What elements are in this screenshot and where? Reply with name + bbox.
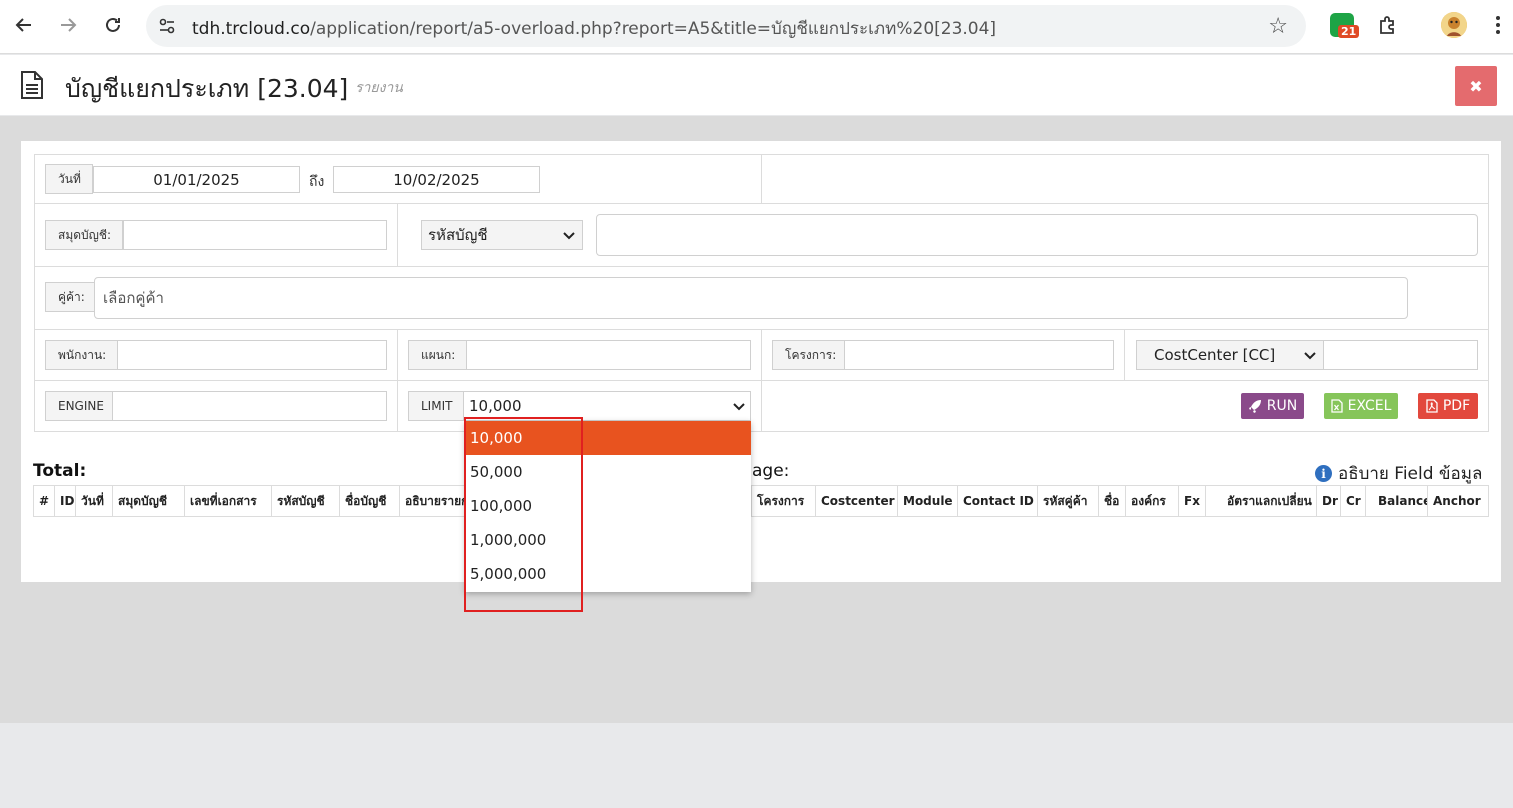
dept-label: แผนก: [408, 340, 467, 370]
reload-icon [106, 17, 120, 32]
project-input[interactable] [844, 340, 1114, 370]
date-label: วันที่ [45, 164, 93, 194]
column-header[interactable]: อัตราแลกเปลี่ยน [1206, 486, 1317, 516]
column-header[interactable]: Cr [1341, 486, 1366, 516]
close-button[interactable]: ✖ [1455, 66, 1497, 106]
site-settings-icon[interactable] [158, 17, 176, 35]
costcenter-select[interactable]: CostCenter [CC] [1136, 340, 1324, 370]
bookmark-star-icon[interactable]: ☆ [1268, 14, 1288, 39]
excel-button[interactable]: EXCEL [1324, 393, 1398, 419]
profile-avatar[interactable] [1441, 12, 1467, 38]
run-button[interactable]: RUN [1241, 393, 1304, 419]
column-header[interactable]: รหัสบัญชี [272, 486, 340, 516]
column-header[interactable]: วันที่ [76, 486, 113, 516]
arrow-right-icon [61, 18, 77, 32]
dept-input[interactable] [466, 340, 751, 370]
column-header[interactable]: ชื่อ [1099, 486, 1126, 516]
date-row-empty [761, 154, 1489, 204]
excel-button-label: EXCEL [1347, 398, 1392, 414]
run-button-label: RUN [1266, 398, 1298, 414]
puzzle-icon [1380, 16, 1394, 34]
partner-input[interactable]: เลือกคู่ค้า [94, 277, 1408, 319]
chevron-down-icon [1304, 352, 1316, 360]
close-icon: ✖ [1469, 76, 1483, 96]
column-header[interactable]: Costcenter [816, 486, 898, 516]
employee-input[interactable] [117, 340, 387, 370]
extension-icon[interactable]: 21 [1330, 13, 1360, 38]
pdf-button-label: PDF [1442, 398, 1471, 414]
arrow-left-icon [15, 18, 31, 32]
book-input[interactable] [123, 220, 387, 250]
extension-badge-count: 21 [1338, 25, 1360, 38]
page-title: บัญชีแยกประเภท [23.04] [65, 74, 349, 103]
url-path: /application/report/a5-overload.php?repo… [310, 19, 997, 39]
limit-select-value: 10,000 [469, 397, 522, 415]
column-header[interactable]: ID [55, 486, 76, 516]
column-header[interactable]: Balance [1366, 486, 1428, 516]
browser-toolbar: tdh.trcloud.co/application/report/a5-ove… [0, 0, 1513, 54]
account-code-select[interactable]: รหัสบัญชี [421, 220, 583, 250]
date-to-input[interactable]: 10/02/2025 [333, 166, 540, 193]
book-label: สมุดบัญชี: [45, 220, 123, 250]
limit-label: LIMIT [408, 391, 464, 421]
extensions-button[interactable] [1375, 12, 1401, 38]
account-code-input[interactable] [596, 214, 1478, 256]
employee-label: พนักงาน: [45, 340, 118, 370]
column-header[interactable]: Anchor [1428, 486, 1488, 516]
pdf-file-icon [1426, 399, 1438, 413]
forward-button[interactable] [55, 12, 81, 38]
column-header[interactable]: Dr [1317, 486, 1341, 516]
column-header[interactable]: # [34, 486, 55, 516]
account-code-select-value: รหัสบัญชี [428, 226, 488, 244]
column-header[interactable]: Module [898, 486, 958, 516]
excel-file-icon [1330, 399, 1343, 413]
column-header[interactable]: สมุดบัญชี [113, 486, 185, 516]
chevron-down-icon [563, 232, 575, 240]
project-label: โครงการ: [772, 340, 845, 370]
avatar-icon [1441, 12, 1467, 38]
partner-label: คู่ค้า: [45, 282, 95, 312]
column-header[interactable]: Contact ID [958, 486, 1038, 516]
total-label: Total: [33, 461, 87, 481]
pdf-button[interactable]: PDF [1418, 393, 1478, 419]
document-icon [21, 71, 43, 99]
kebab-menu-icon [1496, 16, 1500, 34]
rocket-icon [1248, 400, 1261, 413]
explain-fields-link[interactable]: i อธิบาย Field ข้อมูล [1315, 460, 1482, 487]
column-header[interactable]: รหัสคู่ค้า [1038, 486, 1099, 516]
column-header[interactable]: องค์กร [1126, 486, 1179, 516]
url-text: tdh.trcloud.co/application/report/a5-ove… [192, 15, 996, 42]
table-header: # ID วันที่ สมุดบัญชี เลขที่เอกสาร รหัสบ… [33, 485, 1489, 517]
engine-label: ENGINE [45, 391, 113, 421]
page-header: บัญชีแยกประเภท [23.04] รายงาน ✖ [0, 55, 1513, 115]
info-icon: i [1315, 465, 1332, 482]
browser-menu-button[interactable] [1485, 12, 1511, 38]
column-header[interactable]: Fx [1179, 486, 1206, 516]
highlight-box [464, 417, 583, 612]
page-subtitle: รายงาน [355, 80, 403, 96]
column-header[interactable]: เลขที่เอกสาร [185, 486, 272, 516]
costcenter-select-value: CostCenter [CC] [1154, 346, 1276, 364]
explain-fields-label: อธิบาย Field ข้อมูล [1338, 464, 1483, 484]
to-label: ถึง [309, 174, 325, 190]
date-from-input[interactable]: 01/01/2025 [93, 166, 300, 193]
reload-button[interactable] [100, 12, 126, 38]
url-host: tdh.trcloud.co [192, 19, 311, 39]
back-button[interactable] [11, 12, 37, 38]
column-header[interactable]: ชื่อบัญชี [340, 486, 400, 516]
costcenter-input[interactable] [1323, 340, 1478, 370]
address-bar[interactable]: tdh.trcloud.co/application/report/a5-ove… [146, 5, 1306, 47]
chevron-down-icon [733, 403, 745, 411]
column-header[interactable]: โครงการ [752, 486, 816, 516]
engine-input[interactable] [112, 391, 387, 421]
page-label: age: [752, 461, 790, 481]
